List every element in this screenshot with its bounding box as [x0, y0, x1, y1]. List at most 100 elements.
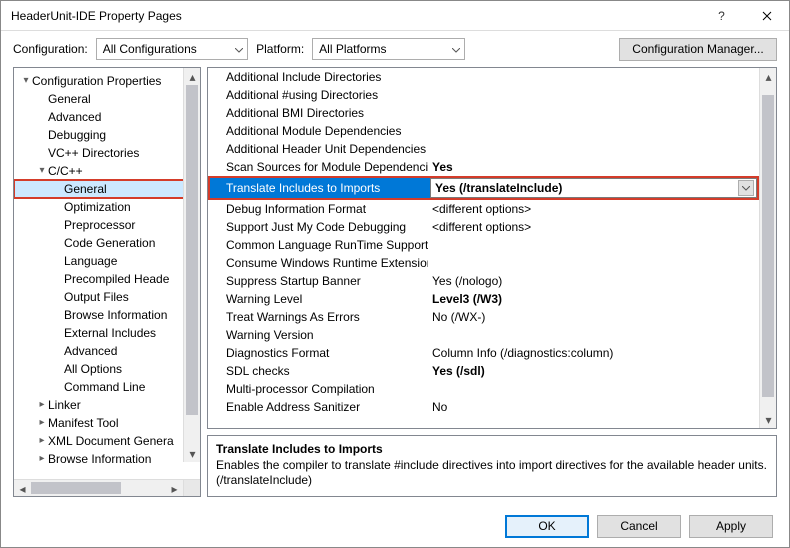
dropdown-button[interactable] — [738, 180, 754, 196]
tree-item-label: All Options — [64, 360, 122, 378]
property-row[interactable]: Consume Windows Runtime Extension — [208, 254, 759, 272]
expanded-icon[interactable]: ▾ — [20, 72, 32, 90]
configuration-manager-button[interactable]: Configuration Manager... — [619, 38, 777, 61]
property-pages-dialog: HeaderUnit-IDE Property Pages ? Configur… — [0, 0, 790, 548]
property-row[interactable]: Additional Module Dependencies — [208, 122, 759, 140]
tree-item-label: Manifest Tool — [48, 414, 118, 432]
property-name: Warning Level — [208, 292, 428, 306]
tree-item-debugging[interactable]: Debugging — [14, 126, 200, 144]
tree-item-label: Precompiled Heade — [64, 270, 169, 288]
collapsed-icon[interactable]: ▸ — [36, 414, 48, 432]
description-title: Translate Includes to Imports — [216, 442, 768, 456]
tree-item-label: Advanced — [48, 108, 101, 126]
property-row[interactable]: Warning Version — [208, 326, 759, 344]
scroll-thumb[interactable] — [186, 85, 198, 415]
tree-item-advanced[interactable]: Advanced — [14, 108, 200, 126]
help-button[interactable]: ? — [699, 1, 744, 31]
collapsed-icon[interactable]: ▸ — [36, 396, 48, 414]
property-row[interactable]: Suppress Startup BannerYes (/nologo) — [208, 272, 759, 290]
tree-item-code-generation[interactable]: Code Generation — [14, 234, 200, 252]
tree-item-label: External Includes — [64, 324, 156, 342]
configuration-select[interactable]: All Configurations — [96, 38, 248, 60]
property-grid: Additional Include DirectoriesAdditional… — [207, 67, 777, 429]
tree-item-optimization[interactable]: Optimization — [14, 198, 200, 216]
property-value: <different options> — [428, 202, 759, 216]
tree-item-general[interactable]: General — [14, 180, 200, 198]
expanded-icon[interactable]: ▾ — [36, 162, 48, 180]
tree-item-manifest-tool[interactable]: ▸Manifest Tool — [14, 414, 200, 432]
property-row[interactable]: Support Just My Code Debugging<different… — [208, 218, 759, 236]
tree-item-all-options[interactable]: All Options — [14, 360, 200, 378]
property-row[interactable]: Additional BMI Directories — [208, 104, 759, 122]
tree-item-xml-document-genera[interactable]: ▸XML Document Genera — [14, 432, 200, 450]
tree-horizontal-scrollbar[interactable]: ◂ ▸ — [14, 479, 200, 496]
property-name: SDL checks — [208, 364, 428, 378]
config-tree[interactable]: ▾Configuration PropertiesGeneralAdvanced… — [14, 68, 200, 472]
platform-select[interactable]: All Platforms — [312, 38, 464, 60]
property-value: No (/WX-) — [428, 310, 759, 324]
tree-item-label: Code Generation — [64, 234, 155, 252]
property-row[interactable]: Scan Sources for Module DependenciesYes — [208, 158, 759, 176]
property-name: Treat Warnings As Errors — [208, 310, 428, 324]
tree-item-label: Linker — [48, 396, 81, 414]
collapsed-icon[interactable]: ▸ — [36, 432, 48, 450]
tree-item-general[interactable]: General — [14, 90, 200, 108]
scroll-up-icon[interactable]: ▴ — [760, 68, 777, 85]
property-value[interactable]: Yes (/translateInclude) — [430, 178, 757, 198]
property-row[interactable]: Debug Information Format<different optio… — [208, 200, 759, 218]
property-row[interactable]: Translate Includes to ImportsYes (/trans… — [208, 176, 759, 200]
property-name: Additional Module Dependencies — [208, 124, 428, 138]
scroll-down-icon[interactable]: ▾ — [184, 445, 200, 462]
cancel-button[interactable]: Cancel — [597, 515, 681, 538]
property-name: Multi-processor Compilation — [208, 382, 428, 396]
property-value: No — [428, 400, 759, 414]
scroll-left-icon[interactable]: ◂ — [14, 480, 31, 497]
property-name: Consume Windows Runtime Extension — [208, 256, 428, 270]
scroll-down-icon[interactable]: ▾ — [760, 411, 777, 428]
close-button[interactable] — [744, 1, 789, 31]
ok-button[interactable]: OK — [505, 515, 589, 538]
tree-item-label: Optimization — [64, 198, 131, 216]
tree-item-output-files[interactable]: Output Files — [14, 288, 200, 306]
property-row[interactable]: Additional Include Directories — [208, 68, 759, 86]
tree-item-c-cpp[interactable]: ▾C/C++ — [14, 162, 200, 180]
grid-vertical-scrollbar[interactable]: ▴ ▾ — [759, 68, 776, 428]
tree-item-external-includes[interactable]: External Includes — [14, 324, 200, 342]
tree-item-preprocessor[interactable]: Preprocessor — [14, 216, 200, 234]
property-row[interactable]: Treat Warnings As ErrorsNo (/WX-) — [208, 308, 759, 326]
tree-item-label: Advanced — [64, 342, 117, 360]
tree-vertical-scrollbar[interactable]: ▴ ▾ — [183, 68, 200, 462]
tree-root[interactable]: ▾Configuration Properties — [14, 72, 200, 90]
scroll-up-icon[interactable]: ▴ — [184, 68, 200, 85]
scroll-right-icon[interactable]: ▸ — [166, 480, 183, 497]
property-name: Debug Information Format — [208, 202, 428, 216]
tree-item-precompiled-heade[interactable]: Precompiled Heade — [14, 270, 200, 288]
scroll-thumb[interactable] — [31, 482, 121, 494]
tree-item-browse-information[interactable]: ▸Browse Information — [14, 450, 200, 468]
property-row[interactable]: Additional Header Unit Dependencies — [208, 140, 759, 158]
tree-item-label: Browse Information — [64, 306, 167, 324]
dialog-footer: OK Cancel Apply — [1, 505, 789, 547]
property-value: Yes (/sdl) — [428, 364, 759, 378]
property-row[interactable]: Additional #using Directories — [208, 86, 759, 104]
tree-item-linker[interactable]: ▸Linker — [14, 396, 200, 414]
apply-button[interactable]: Apply — [689, 515, 773, 538]
property-name: Enable Address Sanitizer — [208, 400, 428, 414]
property-row[interactable]: Diagnostics FormatColumn Info (/diagnost… — [208, 344, 759, 362]
collapsed-icon[interactable]: ▸ — [36, 450, 48, 468]
property-value: <different options> — [428, 220, 759, 234]
property-row[interactable]: SDL checksYes (/sdl) — [208, 362, 759, 380]
property-name: Warning Version — [208, 328, 428, 342]
property-row[interactable]: Multi-processor Compilation — [208, 380, 759, 398]
configuration-label: Configuration: — [13, 42, 88, 56]
tree-item-command-line[interactable]: Command Line — [14, 378, 200, 396]
tree-item-language[interactable]: Language — [14, 252, 200, 270]
tree-item-browse-information[interactable]: Browse Information — [14, 306, 200, 324]
property-name: Suppress Startup Banner — [208, 274, 428, 288]
property-row[interactable]: Common Language RunTime Support — [208, 236, 759, 254]
tree-item-vc-directories[interactable]: VC++ Directories — [14, 144, 200, 162]
scroll-thumb[interactable] — [762, 95, 774, 397]
property-row[interactable]: Warning LevelLevel3 (/W3) — [208, 290, 759, 308]
property-row[interactable]: Enable Address SanitizerNo — [208, 398, 759, 416]
tree-item-advanced[interactable]: Advanced — [14, 342, 200, 360]
